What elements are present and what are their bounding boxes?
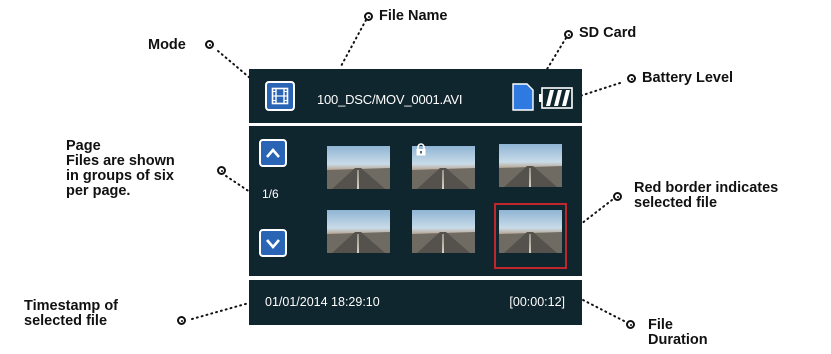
callout-marker-mode [205,40,214,49]
leader-battery [579,82,621,97]
callout-marker-file-name [364,12,373,21]
sd-card-icon [512,83,534,111]
callout-duration-line-2: Duration [648,332,708,348]
callout-red-border-line-1: Red border indicates [634,180,779,196]
duration-label: [00:00:12] [509,295,565,309]
page-down-button[interactable] [259,229,287,257]
callout-timestamp-line-2: selected file [24,313,108,329]
file-name-label: 100_DSC/MOV_0001.AVI [317,92,463,107]
thumbnail-5[interactable] [412,210,475,253]
bottom-info-bar: 01/01/2014 18:29:10 [00:00:12] [249,280,582,325]
thumbnail-grid-panel: 1/6 [249,126,582,276]
road-image [327,168,390,189]
callout-red-border-line-2: selected file [634,195,718,211]
callout-timestamp: Timestamp of selected file [24,299,118,329]
leader-mode [217,50,251,79]
callout-marker-page [217,166,226,175]
battery-icon [539,87,573,109]
callout-mode: Mode [148,37,186,53]
timestamp-label: 01/01/2014 18:29:10 [265,295,380,309]
road-image [327,232,390,253]
callout-page-desc-line-1: Files are shown [66,153,175,169]
callout-page-title: Page [66,138,101,154]
film-icon [271,87,289,105]
callout-marker-timestamp [177,316,186,325]
road-image [499,166,562,187]
thumbnail-3[interactable] [499,144,562,187]
callout-file-name: File Name [379,8,448,24]
callout-battery-level: Battery Level [642,70,734,86]
page-indicator: 1/6 [262,187,279,201]
thumbnail-4[interactable] [327,210,390,253]
leader-duration [582,299,625,322]
callout-page-desc-line-3: per page. [66,183,131,199]
selection-border [494,203,567,269]
road-image [412,232,475,253]
leader-timestamp [191,302,250,320]
callout-page: Page Files are shown in groups of six pe… [66,139,175,199]
callout-duration-line-1: File [648,317,673,333]
callout-marker-duration [626,320,635,329]
lock-icon [416,143,426,156]
top-status-bar: 100_DSC/MOV_0001.AVI [249,69,582,123]
callout-marker-sd-card [564,30,573,39]
chevron-down-icon [266,239,280,249]
thumbnail-1[interactable] [327,146,390,189]
chevron-up-icon [266,148,280,158]
leader-page [225,175,251,193]
callout-page-desc-line-2: in groups of six [66,168,174,184]
callout-file-duration: File Duration [648,318,708,348]
callout-sd-card: SD Card [579,25,637,41]
callout-marker-red-border [613,192,622,201]
mode-button[interactable] [265,81,295,111]
callout-red-border: Red border indicates selected file [634,181,778,211]
callout-marker-battery [627,74,636,83]
page-up-button[interactable] [259,139,287,167]
leader-file-name [339,19,367,69]
callout-timestamp-line-1: Timestamp of [24,298,119,314]
